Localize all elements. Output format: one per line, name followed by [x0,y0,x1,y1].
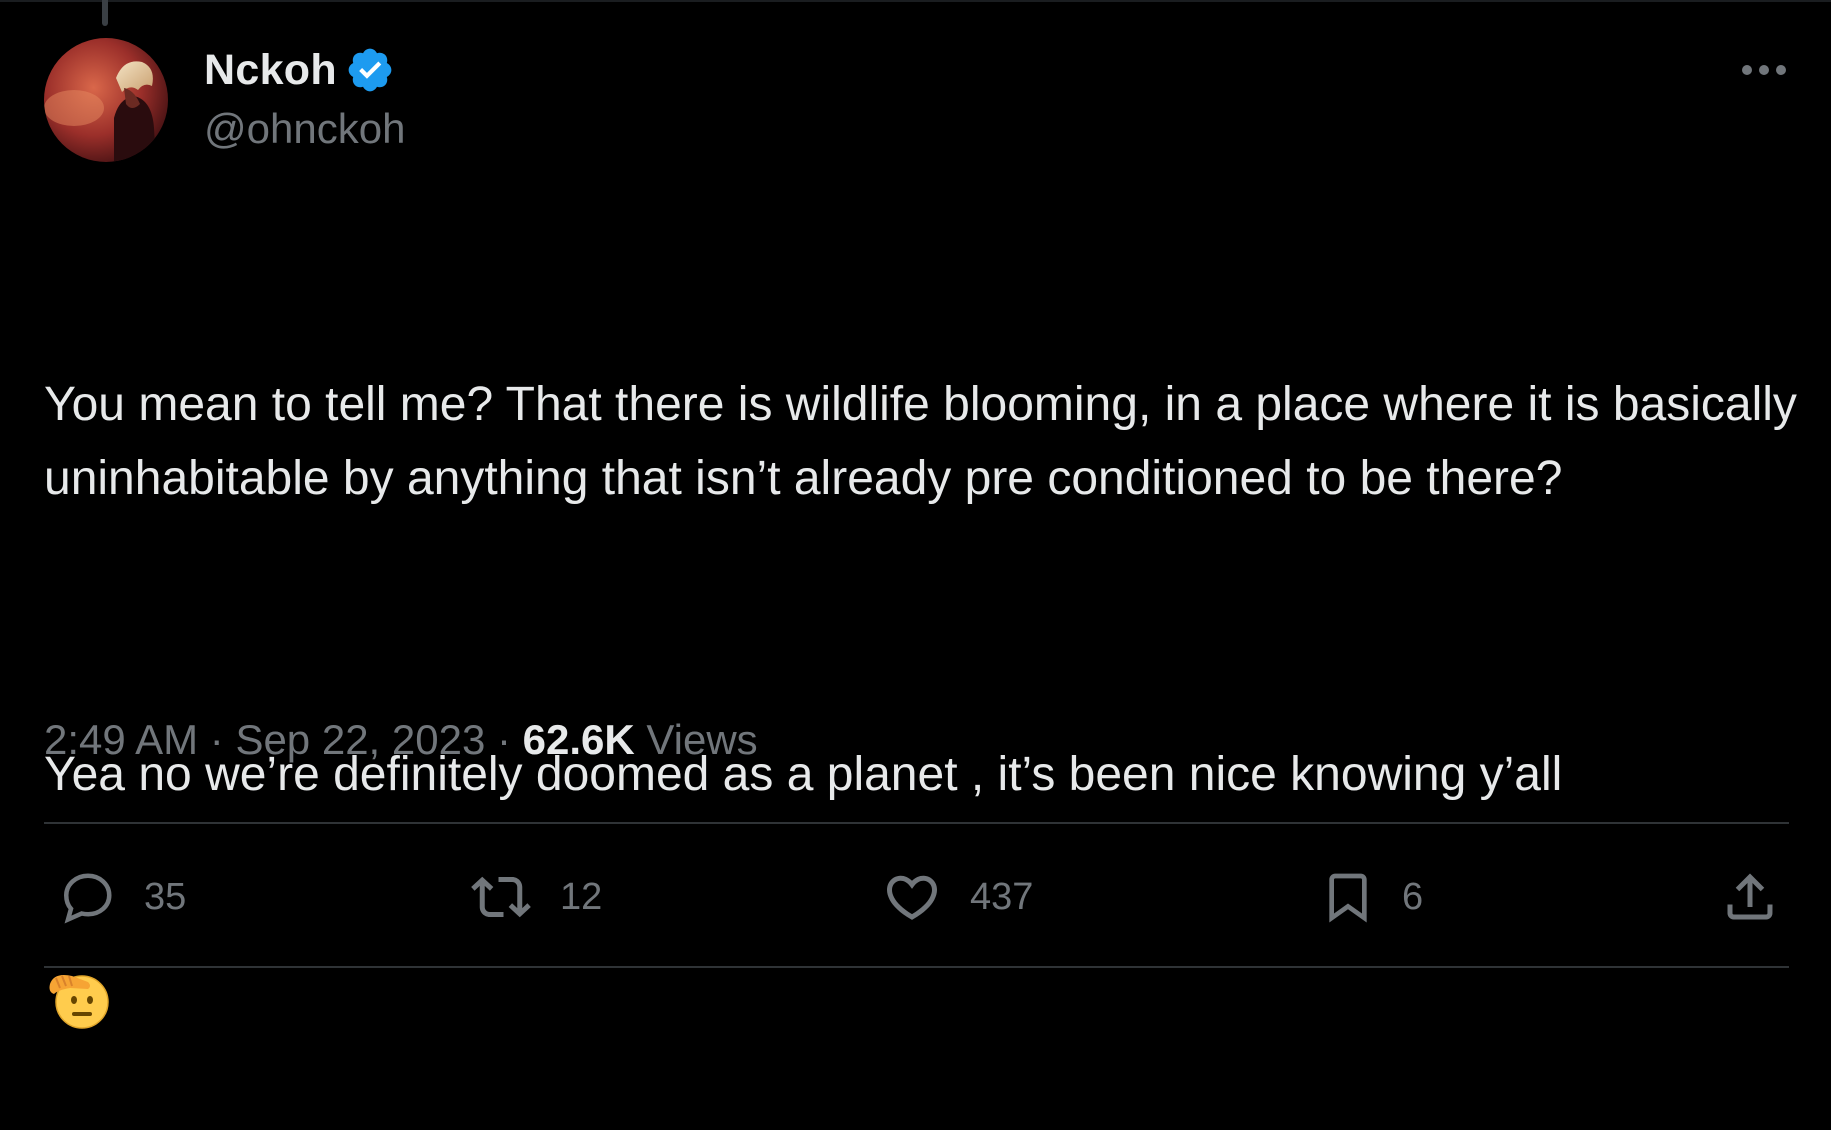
action-bar: 35 12 437 6 [44,862,1789,932]
more-options-button[interactable] [1734,50,1794,90]
author-display-name[interactable]: Nckoh [204,46,337,95]
tweet-meta: 2:49 AM · Sep 22, 2023 · 62.6K Views [44,716,758,764]
reply-count: 35 [144,875,187,918]
like-count: 437 [970,875,1034,918]
meta-separator: · [198,716,236,763]
views-label: Views [634,716,758,763]
meta-separator: · [485,716,523,763]
bookmark-icon [1329,873,1367,923]
retweet-button[interactable]: 12 [468,862,602,932]
share-icon [1727,873,1773,920]
tweet-time[interactable]: 2:49 AM [44,716,198,764]
tweet-body: You mean to tell me? That there is wildl… [44,220,1811,1030]
divider-top [44,822,1789,824]
verified-badge-icon [345,45,395,95]
share-button[interactable] [1720,862,1780,932]
like-button[interactable]: 437 [880,862,1033,932]
avatar[interactable] [44,38,168,162]
avatar-image [44,38,168,162]
reply-button[interactable]: 35 [58,862,186,932]
divider-bottom [44,966,1789,968]
tweet-date[interactable]: Sep 22, 2023 [235,716,485,764]
author-handle[interactable]: @ohnckoh [204,105,405,153]
retweet-icon [471,876,531,918]
retweet-count: 12 [560,875,603,918]
thread-connector-line [102,0,108,26]
bookmark-count: 6 [1402,875,1424,918]
top-border [0,0,1831,2]
reply-icon [63,873,112,924]
more-dots-icon [1742,65,1786,75]
tweet-paragraph-1: You mean to tell me? That there is wildl… [44,378,1811,505]
bookmark-button[interactable]: 6 [1320,862,1423,932]
views-count: 62.6K [522,716,635,763]
heart-icon [886,875,938,920]
author-name-row[interactable]: Nckoh [204,44,395,96]
